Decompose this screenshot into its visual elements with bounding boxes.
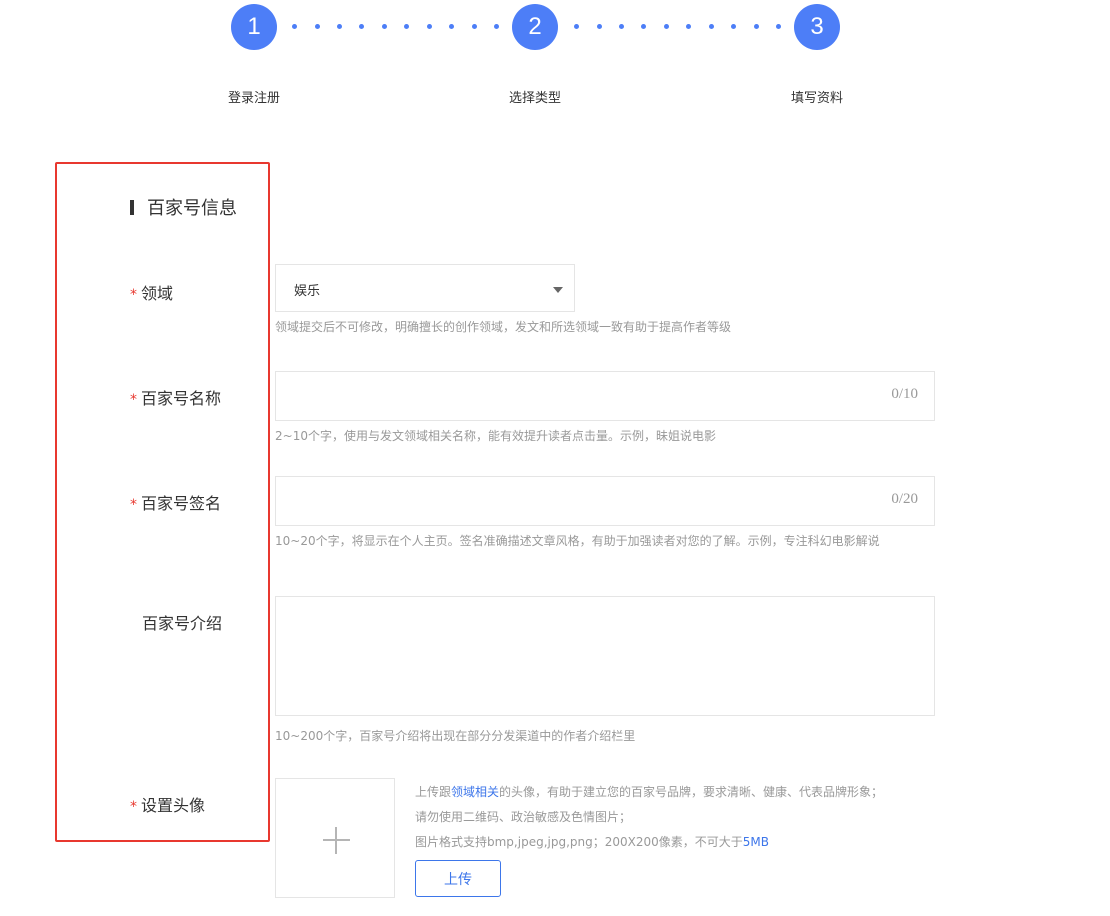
- domain-label-text: 领域: [141, 284, 174, 303]
- domain-select-value: 娱乐: [294, 284, 321, 299]
- name-char-counter: 0/10: [891, 386, 918, 402]
- avatar-info-domain-link[interactable]: 领域相关: [451, 785, 499, 799]
- avatar-info-1-suffix: 的头像，有助于建立您的百家号品牌，要求清晰、健康、代表品牌形象；: [499, 785, 884, 799]
- required-mark: *: [130, 392, 137, 408]
- required-mark: *: [130, 799, 137, 815]
- name-hint: 2~10个字，使用与发文领域相关名称，能有效提升读者点击量。示例，昧姐说电影: [275, 429, 716, 443]
- signature-hint: 10~20个字，将显示在个人主页。签名准确描述文章风格，有助于加强读者对您的了解…: [275, 534, 880, 548]
- upload-button[interactable]: 上传: [415, 860, 501, 897]
- avatar-upload-area[interactable]: [275, 778, 395, 898]
- step-3-label: 填写资料: [790, 91, 843, 106]
- step-1-label: 登录注册: [227, 91, 280, 106]
- chevron-down-icon: [553, 287, 563, 293]
- avatar-info-3-prefix: 图片格式支持bmp,jpeg,jpg,png；200X200像素，不可大于: [415, 835, 743, 849]
- section-title: 百家号信息: [147, 198, 237, 219]
- plus-icon-vertical: [335, 827, 337, 854]
- avatar-info-line-2: 请勿使用二维码、政治敏感及色情图片；: [415, 810, 632, 824]
- avatar-info-line-1: 上传跟领域相关的头像，有助于建立您的百家号品牌，要求清晰、健康、代表品牌形象；: [415, 783, 883, 800]
- signature-input-box: 0/20: [275, 476, 935, 527]
- domain-hint: 领域提交后不可修改，明确擅长的创作领域，发文和所选领域一致有助于提高作者等级: [275, 320, 732, 334]
- name-label-text: 百家号名称: [141, 389, 222, 408]
- step-connector-2: [574, 24, 784, 30]
- name-input[interactable]: [288, 372, 852, 422]
- section-header: 百家号信息: [130, 194, 237, 220]
- intro-hint: 10~200个字，百家号介绍将出现在部分分发渠道中的作者介绍栏里: [275, 729, 636, 743]
- name-label: * 百家号名称: [130, 385, 221, 409]
- step-connector-1: [292, 24, 502, 30]
- avatar-info-1-prefix: 上传跟: [415, 785, 452, 799]
- avatar-label: * 设置头像: [130, 792, 205, 816]
- signature-label-text: 百家号签名: [141, 494, 222, 513]
- name-input-box: 0/10: [275, 371, 935, 422]
- intro-textarea-box: [275, 596, 935, 716]
- signature-input[interactable]: [288, 477, 852, 527]
- required-mark: *: [130, 497, 137, 513]
- domain-label: * 领域: [130, 280, 173, 304]
- step-2-label: 选择类型: [508, 91, 561, 106]
- step-2-circle: 2: [512, 4, 558, 50]
- signature-char-counter: 0/20: [891, 491, 918, 507]
- step-3-circle: 3: [794, 4, 840, 50]
- avatar-label-text: 设置头像: [141, 796, 206, 815]
- domain-select[interactable]: 娱乐: [275, 264, 575, 312]
- required-mark: *: [130, 287, 137, 303]
- section-title-bar: [130, 199, 134, 215]
- signature-label: * 百家号签名: [130, 490, 221, 514]
- intro-textarea[interactable]: [276, 597, 934, 715]
- avatar-info-line-3: 图片格式支持bmp,jpeg,jpg,png；200X200像素，不可大于5MB: [415, 833, 769, 850]
- intro-label-text: 百家号介绍: [142, 614, 223, 633]
- intro-label: 百家号介绍: [130, 610, 222, 634]
- avatar-info-size-limit: 5MB: [742, 835, 769, 849]
- step-1-circle: 1: [231, 4, 277, 50]
